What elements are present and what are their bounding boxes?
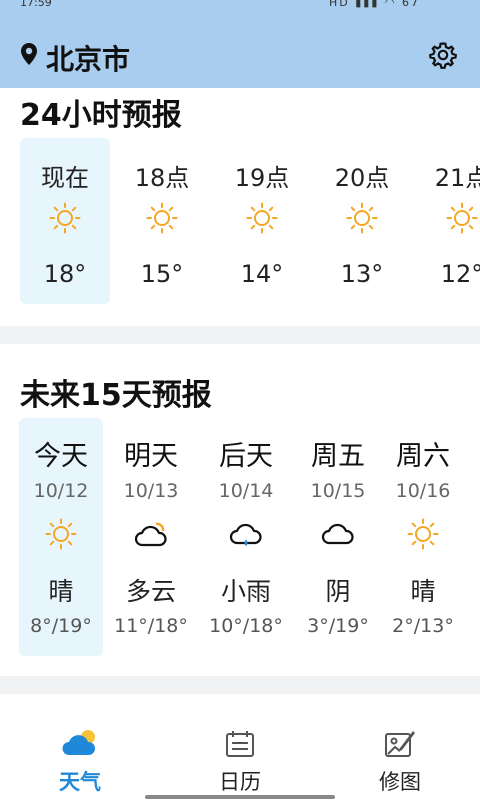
daily-condition: 阴 <box>325 577 351 606</box>
sun-icon <box>246 202 278 234</box>
hourly-item[interactable]: 21点 12° <box>417 138 480 304</box>
daily-date: 10/13 <box>123 480 179 502</box>
settings-gear-icon[interactable] <box>429 41 457 69</box>
hourly-item[interactable]: 20点 13° <box>317 138 407 304</box>
daily-temp-range: 8°/19° <box>30 615 92 637</box>
daily-item[interactable]: 明天 10/13 多云 11°/18° <box>109 418 193 656</box>
hourly-time: 21点 <box>434 164 480 192</box>
hourly-temp: 18° <box>43 260 87 288</box>
hourly-time: 19点 <box>234 164 290 192</box>
nav-label: 日历 <box>219 770 261 794</box>
daily-condition: 小雨 <box>220 577 271 606</box>
hourly-temp: 14° <box>240 260 284 288</box>
nav-item-weather[interactable]: 天气 <box>25 712 135 800</box>
hourly-temp: 13° <box>340 260 384 288</box>
hourly-temp: 12° <box>440 260 480 288</box>
home-indicator[interactable] <box>145 795 335 799</box>
hourly-time: 20点 <box>334 164 390 192</box>
sun-icon <box>49 202 81 234</box>
section-divider <box>0 676 480 694</box>
sun-icon <box>407 518 439 550</box>
status-icons: HD ▮▮▮ ◠ 67 <box>329 0 420 9</box>
hourly-forecast-title: 24小时预报 <box>20 98 182 133</box>
daily-forecast-title: 未来15天预报 <box>20 378 212 413</box>
cloud-icon <box>321 523 354 545</box>
hourly-time: 18点 <box>134 164 190 192</box>
sun-icon <box>146 202 178 234</box>
daily-item[interactable]: 今天 10/12 晴 8°/19° <box>19 418 103 656</box>
daily-forecast-list[interactable]: 今天 10/12 晴 8°/19° 明天 10/13 多云 11°/18° 后天… <box>0 418 480 658</box>
daily-item[interactable]: 周六 10/16 晴 2°/13° <box>381 418 465 656</box>
daily-day: 今天 <box>34 441 88 472</box>
daily-temp-range: 3°/19° <box>307 615 369 637</box>
sun-icon <box>446 202 478 234</box>
location-pin-icon <box>21 43 37 65</box>
daily-condition: 晴 <box>48 577 74 606</box>
photo-edit-icon <box>385 731 415 757</box>
app-header: 北京市 <box>0 14 480 88</box>
bottom-nav: 天气 日历 修图 <box>0 712 480 800</box>
nav-item-calendar[interactable]: 日历 <box>185 712 295 800</box>
partly-cloudy-icon <box>134 522 167 547</box>
daily-item[interactable]: 后天 10/14 小雨 10°/18° <box>204 418 288 656</box>
status-time: 17:59 <box>20 0 52 9</box>
daily-condition: 多云 <box>125 577 176 606</box>
daily-day: 周六 <box>396 441 450 472</box>
rain-cloud-icon <box>229 523 262 546</box>
calendar-icon <box>226 731 254 757</box>
daily-day: 周五 <box>311 441 365 472</box>
nav-item-photo-edit[interactable]: 修图 <box>345 712 455 800</box>
hourly-forecast-list[interactable]: 现在 18° 18点 15° 19点 14° 20点 13° 21点 12° <box>0 138 480 308</box>
daily-temp-range: 10°/18° <box>209 615 283 637</box>
nav-label: 天气 <box>59 770 101 794</box>
daily-condition: 晴 <box>410 577 436 606</box>
daily-item[interactable]: 周五 10/15 阴 3°/19° <box>296 418 380 656</box>
nav-label: 修图 <box>379 770 421 794</box>
daily-date: 10/14 <box>218 480 274 502</box>
sun-icon <box>45 518 77 550</box>
daily-date: 10/16 <box>395 480 451 502</box>
daily-temp-range: 11°/18° <box>114 615 188 637</box>
daily-day: 明天 <box>124 441 178 472</box>
daily-day: 后天 <box>219 441 273 472</box>
hourly-time: 现在 <box>41 164 89 192</box>
hourly-item[interactable]: 18点 15° <box>117 138 207 304</box>
hourly-item[interactable]: 19点 14° <box>217 138 307 304</box>
hourly-item[interactable]: 现在 18° <box>20 138 110 304</box>
weather-cloud-icon <box>62 730 96 755</box>
hourly-temp: 15° <box>140 260 184 288</box>
status-bar: 17:59 HD ▮▮▮ ◠ 67 <box>0 0 480 14</box>
sun-icon <box>346 202 378 234</box>
city-name[interactable]: 北京市 <box>46 38 130 78</box>
daily-temp-range: 2°/13° <box>392 615 454 637</box>
daily-date: 10/15 <box>310 480 366 502</box>
section-divider <box>0 326 480 344</box>
daily-date: 10/12 <box>33 480 89 502</box>
